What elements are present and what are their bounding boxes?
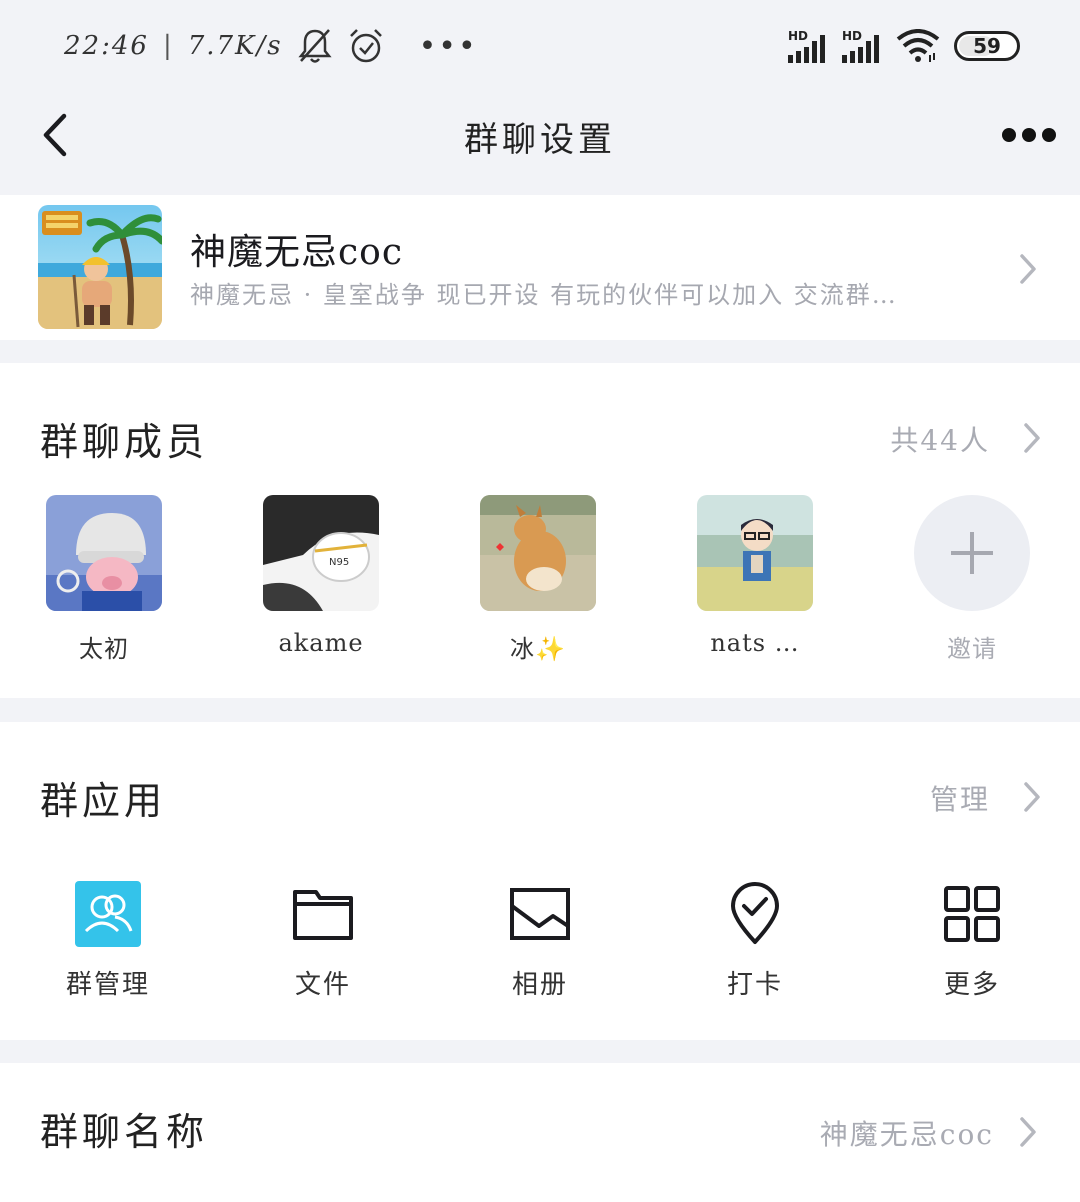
group-manage-icon bbox=[74, 880, 142, 948]
member-item[interactable]: N95 akame bbox=[241, 495, 401, 665]
status-separator: | bbox=[162, 31, 174, 61]
hd-label: HD bbox=[788, 29, 809, 43]
app-more[interactable]: 更多 bbox=[892, 880, 1052, 1010]
group-avatar bbox=[38, 205, 162, 329]
member-item[interactable]: nats … bbox=[675, 495, 835, 665]
app-checkin[interactable]: 打卡 bbox=[675, 880, 835, 1010]
page-title: 群聊设置 bbox=[464, 120, 616, 160]
member-name: 冰✨ bbox=[510, 635, 566, 663]
app-files[interactable]: 文件 bbox=[243, 880, 403, 1010]
network-speed: 7.7K/s bbox=[187, 31, 283, 61]
member-item[interactable]: 冰✨ bbox=[458, 495, 618, 665]
group-name-row[interactable]: 群聊名称 神魔无忌coc bbox=[0, 1063, 1080, 1202]
grid-icon bbox=[938, 880, 1006, 948]
chevron-right-icon[interactable] bbox=[1022, 780, 1042, 814]
app-label: 群管理 bbox=[65, 970, 150, 1000]
chevron-right-icon[interactable] bbox=[1022, 421, 1042, 455]
signal-icon: HD bbox=[842, 29, 882, 63]
avatar bbox=[697, 495, 813, 611]
app-label: 相册 bbox=[511, 970, 568, 1000]
signal-icon: HD bbox=[788, 29, 828, 63]
alarm-clock-icon bbox=[349, 29, 382, 63]
app-group-manage[interactable]: 群管理 bbox=[28, 880, 188, 1010]
member-name: nats … bbox=[710, 629, 800, 657]
members-title: 群聊成员 bbox=[40, 420, 209, 464]
members-card: 群聊成员 共44人 太初 N95 akame 冰✨ nats … 邀请 bbox=[0, 363, 1080, 698]
hd-label: HD bbox=[842, 29, 863, 43]
invite-button[interactable]: 邀请 bbox=[892, 495, 1052, 665]
status-bar: 22:46 | 7.7K/s ••• HD HD 59 bbox=[0, 0, 1080, 92]
manage-apps-link[interactable]: 管理 bbox=[930, 778, 990, 818]
member-name: 太初 bbox=[79, 635, 129, 663]
member-name: akame bbox=[278, 629, 364, 657]
chevron-right-icon bbox=[1020, 254, 1036, 284]
battery-level: 59 bbox=[973, 34, 1001, 58]
status-overflow: ••• bbox=[418, 28, 478, 64]
app-label: 更多 bbox=[943, 970, 1000, 1000]
app-label: 文件 bbox=[294, 970, 351, 1000]
status-left: 22:46 | 7.7K/s ••• bbox=[64, 24, 478, 68]
more-options-icon[interactable] bbox=[1002, 122, 1056, 148]
battery-icon: 59 bbox=[954, 31, 1020, 61]
avatar bbox=[46, 495, 162, 611]
member-count[interactable]: 共44人 bbox=[890, 419, 990, 459]
app-label: 打卡 bbox=[726, 970, 783, 1000]
group-name-title: 群聊名称 bbox=[40, 1110, 209, 1154]
group-avatar-image bbox=[38, 211, 162, 329]
group-name: 神魔无忌coc bbox=[190, 232, 403, 273]
group-apps-card: 群应用 管理 群管理 文件 相册 打卡 更多 bbox=[0, 722, 1080, 1040]
image-icon bbox=[506, 880, 574, 948]
plus-icon bbox=[951, 532, 993, 574]
member-item[interactable]: 太初 bbox=[24, 495, 184, 665]
wifi-icon bbox=[896, 29, 940, 62]
add-member-circle bbox=[914, 495, 1030, 611]
nav-bar: 群聊设置 bbox=[0, 92, 1080, 192]
apps-title: 群应用 bbox=[40, 779, 167, 823]
checkin-pin-icon bbox=[721, 880, 789, 948]
avatar: N95 bbox=[263, 495, 379, 611]
group-description: 神魔无忌 · 皇室战争 现已开设 有玩的伙伴可以加入 交流群… bbox=[190, 281, 898, 309]
clock: 22:46 bbox=[64, 31, 149, 61]
chevron-right-icon bbox=[1020, 1117, 1036, 1147]
group-info-card[interactable]: 神魔无忌coc 神魔无忌 · 皇室战争 现已开设 有玩的伙伴可以加入 交流群… bbox=[0, 195, 1080, 340]
svg-text:N95: N95 bbox=[329, 557, 349, 568]
avatar bbox=[480, 495, 596, 611]
status-right: HD HD 59 bbox=[788, 24, 1020, 68]
group-name-value: 神魔无忌coc bbox=[819, 1118, 994, 1151]
invite-label: 邀请 bbox=[947, 635, 997, 663]
app-album[interactable]: 相册 bbox=[460, 880, 620, 1010]
folder-icon bbox=[289, 880, 357, 948]
bell-muted-icon bbox=[297, 29, 332, 63]
